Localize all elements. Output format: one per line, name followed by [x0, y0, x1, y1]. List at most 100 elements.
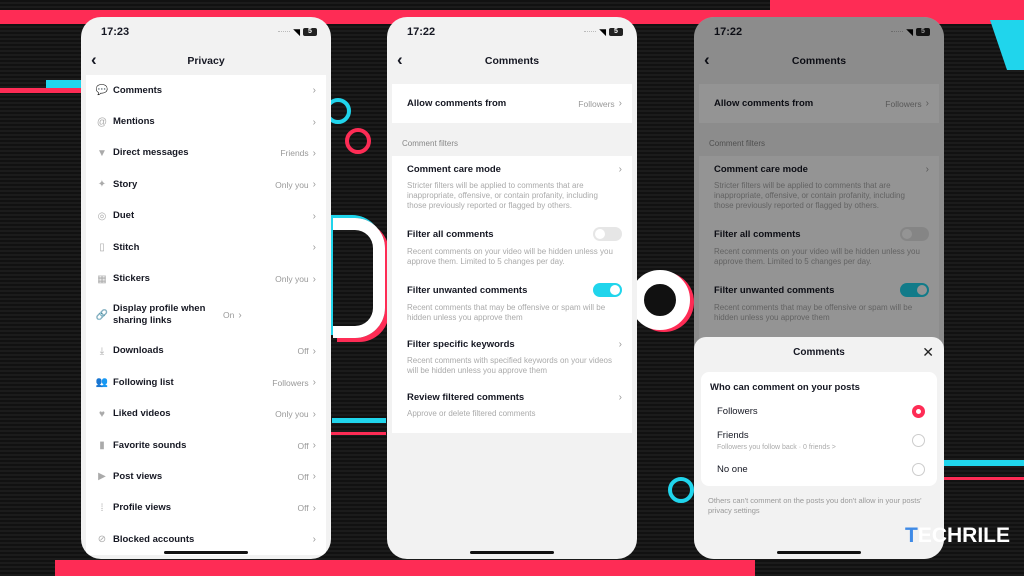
chevron-right-icon: › [312, 440, 316, 452]
filter-filter-unwanted-comments: Filter unwanted comments Recent comments … [392, 275, 632, 331]
option-followers[interactable]: Followers [701, 399, 937, 424]
techrile-watermark: TECHRILE [904, 524, 1010, 547]
bg-red-stripe-right [770, 0, 1024, 18]
chevron-right-icon: › [618, 392, 622, 403]
item-value: Off [297, 440, 309, 451]
bg-red-bar-left [0, 88, 86, 93]
option-friends[interactable]: Friends Followers you follow back · 0 fri… [701, 424, 937, 457]
item-label: Display profile when sharing links [113, 303, 206, 327]
privacy-item-display-profile-when-sharing-links[interactable]: 🔗 Display profile when sharing links On › [86, 295, 326, 336]
bg-cyan-bar-mid [332, 418, 386, 423]
bg-red-bar-mid [330, 432, 386, 435]
item-value: Only you [275, 179, 309, 190]
privacy-item-favorite-sounds[interactable]: ▮ Favorite sounds Off › [86, 430, 326, 461]
bg-tiktok-note [333, 218, 385, 338]
home-indicator [470, 551, 554, 554]
bg-tiktok-dot [630, 270, 690, 330]
bg-red-bar-right [944, 477, 1024, 480]
privacy-item-stitch[interactable]: ▯ Stitch › [86, 232, 326, 263]
battery-icon: 5 [609, 28, 623, 36]
people-icon: 👥 [95, 377, 109, 389]
toggle-switch[interactable] [593, 283, 622, 297]
item-value: Off [297, 471, 309, 482]
footprint-icon: ⁞ [100, 502, 104, 514]
privacy-item-stickers[interactable]: ▦ Stickers Only you › [86, 263, 326, 294]
back-button[interactable]: ‹ [91, 50, 97, 70]
chevron-right-icon: › [312, 377, 316, 389]
filter-filter-specific-keywords[interactable]: Filter specific keywords › Recent comments… [392, 331, 632, 384]
page-title: Privacy [187, 55, 225, 67]
privacy-item-profile-views[interactable]: ⁞ Profile views Off › [86, 493, 326, 524]
chevron-right-icon: › [238, 309, 242, 321]
item-label: Duet [113, 210, 135, 222]
item-label: Following list [113, 376, 174, 388]
play-icon: ▶ [98, 471, 106, 483]
privacy-item-duet[interactable]: ◎ Duet › [86, 201, 326, 232]
home-indicator [164, 551, 248, 554]
privacy-item-story[interactable]: ✦ Story Only you › [86, 169, 326, 200]
item-label: Story [113, 178, 138, 190]
item-label: Liked videos [113, 408, 171, 420]
bg-cyan-ring-2 [668, 477, 694, 503]
chevron-right-icon: › [312, 116, 316, 128]
allow-comments-from-row[interactable]: Allow comments from Followers › [392, 84, 632, 123]
filter-comment-care-mode[interactable]: Comment care mode › Stricter filters will … [392, 156, 632, 219]
item-label: Stickers [113, 273, 150, 285]
item-value: Off [297, 503, 309, 514]
chevron-right-icon: › [312, 502, 316, 514]
filter-title: Filter specific keywords [407, 339, 515, 350]
privacy-item-comments[interactable]: 💬 Comments › [86, 75, 326, 106]
privacy-item-downloads[interactable]: ⤓ Downloads Off › [86, 336, 326, 367]
bg-cyan-bar-right [944, 460, 1024, 466]
filter-description: Stricter filters will be applied to comm… [407, 181, 598, 210]
privacy-item-mentions[interactable]: @ Mentions › [86, 106, 326, 137]
item-label: Favorite sounds [113, 439, 187, 451]
radio-button[interactable] [912, 463, 925, 476]
filter-title: Review filtered comments [407, 392, 525, 403]
home-indicator [777, 551, 861, 554]
chevron-right-icon: › [312, 471, 316, 483]
bg-cyan-bar-left [46, 80, 86, 88]
radio-button[interactable] [912, 405, 925, 418]
wifi-icon: ◥ [599, 26, 606, 37]
nav-bar: ‹ Privacy [81, 47, 331, 75]
filter-description: Recent comments with specified keywords … [407, 356, 612, 375]
bg-red-ring [345, 128, 371, 154]
phone-comments: 17:22 ◥ 5 ‹ Comments Allow comments from … [387, 17, 637, 559]
filter-title: Filter all comments [407, 228, 494, 240]
radio-button[interactable] [912, 434, 925, 447]
item-value: Only you [275, 274, 309, 285]
privacy-item-liked-videos[interactable]: ♥ Liked videos Only you › [86, 399, 326, 430]
filter-description: Recent comments that may be offensive or… [407, 303, 606, 322]
option-no-one[interactable]: No one [701, 457, 937, 482]
item-value: Off [297, 346, 309, 357]
filter-title: Comment care mode [407, 164, 501, 175]
bg-red-band-bottom [55, 560, 755, 576]
sticker-icon: ▦ [97, 273, 107, 285]
item-label: Blocked accounts [113, 533, 195, 545]
sparkle-icon: ✦ [97, 179, 107, 191]
chevron-right-icon: › [618, 339, 622, 350]
bookmark-icon: ▮ [99, 440, 105, 452]
battery-icon: 5 [303, 28, 317, 36]
sheet-question: Who can comment on your posts [710, 382, 860, 393]
filter-review-filtered-comments[interactable]: Review filtered comments › Approve or dele… [392, 384, 632, 427]
privacy-item-post-views[interactable]: ▶ Post views Off › [86, 461, 326, 492]
privacy-item-direct-messages[interactable]: ▼ Direct messages Friends › [86, 138, 326, 169]
close-icon[interactable]: ✕ [922, 344, 934, 361]
send-icon: ▼ [97, 147, 107, 159]
section-header: Comment filters [402, 139, 459, 148]
privacy-item-following-list[interactable]: 👥 Following list Followers › [86, 367, 326, 398]
chevron-right-icon: › [312, 408, 316, 420]
status-bar: 17:22 ◥ 5 [387, 17, 637, 47]
option-subtitle[interactable]: Followers you follow back · 0 friends > [717, 444, 836, 451]
toggle-switch[interactable] [593, 227, 622, 241]
at-icon: @ [96, 116, 108, 128]
back-button[interactable]: ‹ [397, 50, 403, 70]
chevron-right-icon: › [618, 98, 622, 109]
option-label: No one [717, 464, 748, 475]
chevron-right-icon: › [312, 273, 316, 285]
link-icon: 🔗 [95, 309, 109, 321]
filters-list: Comment care mode › Stricter filters will … [392, 156, 632, 433]
chevron-right-icon: › [312, 179, 316, 191]
